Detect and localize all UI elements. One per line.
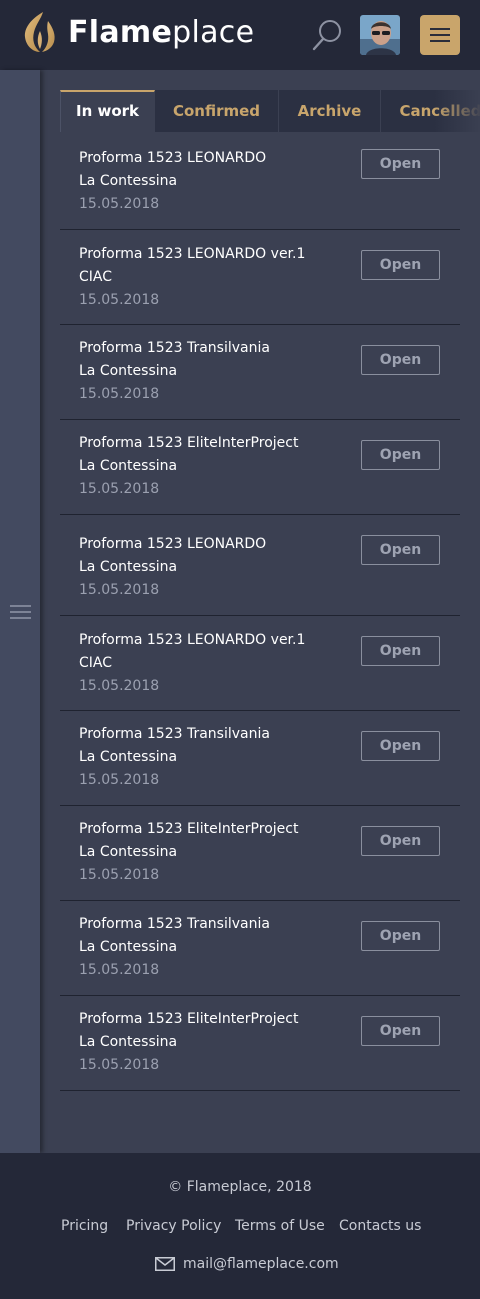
item-title: Proforma 1523 LEONARDO ver.1 [79, 632, 306, 648]
hamburger-icon-line [430, 40, 450, 42]
item-title: Proforma 1523 EliteInterProject [79, 435, 299, 451]
item-subtitle: La Contessina [79, 749, 178, 765]
status-tabs: In work Confirmed Archive Cancelled [60, 90, 480, 132]
open-button[interactable]: Open [361, 1016, 440, 1046]
item-subtitle: CIAC [79, 269, 113, 285]
top-bar: Flameplace [0, 0, 480, 70]
tab-cancelled[interactable]: Cancelled [381, 90, 480, 132]
user-avatar[interactable] [360, 15, 400, 55]
item-date: 15.05.2018 [79, 1057, 160, 1073]
tab-archive[interactable]: Archive [279, 90, 381, 132]
item-date: 15.05.2018 [79, 772, 160, 788]
list-item: Proforma 1523 EliteInterProject La Conte… [60, 420, 460, 515]
open-button[interactable]: Open [361, 921, 440, 951]
item-title: Proforma 1523 EliteInterProject [79, 821, 299, 837]
item-subtitle: La Contessina [79, 844, 178, 860]
item-subtitle: La Contessina [79, 939, 178, 955]
proforma-list: Proforma 1523 LEONARDO La Contessina 15.… [60, 132, 460, 1091]
item-subtitle: La Contessina [79, 458, 178, 474]
open-button[interactable]: Open [361, 535, 440, 565]
item-date: 15.05.2018 [79, 386, 160, 402]
list-item: Proforma 1523 LEONARDO La Contessina 15.… [60, 515, 460, 616]
mail-icon [155, 1257, 175, 1271]
open-button[interactable]: Open [361, 149, 440, 179]
item-title: Proforma 1523 Transilvania [79, 916, 270, 932]
flame-logo-icon[interactable] [23, 11, 57, 53]
side-panel [0, 70, 40, 1153]
tab-in-work[interactable]: In work [60, 90, 155, 132]
item-date: 15.05.2018 [79, 962, 160, 978]
item-title: Proforma 1523 LEONARDO ver.1 [79, 246, 306, 262]
item-title: Proforma 1523 LEONARDO [79, 536, 267, 552]
item-subtitle: La Contessina [79, 363, 178, 379]
list-item: Proforma 1523 Transilvania La Contessina… [60, 325, 460, 420]
brand-name-bold: Flame [68, 15, 173, 50]
search-icon[interactable] [311, 18, 343, 52]
list-item: Proforma 1523 LEONARDO ver.1 CIAC 15.05.… [60, 616, 460, 711]
footer-link-terms-of-use[interactable]: Terms of Use [235, 1216, 325, 1236]
open-button[interactable]: Open [361, 731, 440, 761]
list-item: Proforma 1523 Transilvania La Contessina… [60, 901, 460, 996]
item-title: Proforma 1523 Transilvania [79, 726, 270, 742]
item-title: Proforma 1523 EliteInterProject [79, 1011, 299, 1027]
open-button[interactable]: Open [361, 250, 440, 280]
open-button[interactable]: Open [361, 636, 440, 666]
site-footer: © Flameplace, 2018 Pricing Privacy Polic… [0, 1153, 480, 1299]
list-item: Proforma 1523 EliteInterProject La Conte… [60, 996, 460, 1091]
item-date: 15.05.2018 [79, 582, 160, 598]
hamburger-icon [430, 28, 450, 30]
item-date: 15.05.2018 [79, 196, 160, 212]
copyright-text: © Flameplace, 2018 [168, 1179, 312, 1195]
main-menu-button[interactable] [420, 15, 460, 55]
item-date: 15.05.2018 [79, 292, 160, 308]
item-subtitle: La Contessina [79, 173, 178, 189]
list-item: Proforma 1523 EliteInterProject La Conte… [60, 806, 460, 901]
item-date: 15.05.2018 [79, 481, 160, 497]
hamburger-icon-line [430, 34, 450, 36]
sidebar-toggle-hamburger-icon[interactable] [10, 604, 31, 620]
brand-name[interactable]: Flameplace [68, 13, 254, 53]
tab-confirmed[interactable]: Confirmed [155, 90, 279, 132]
list-item: Proforma 1523 LEONARDO La Contessina 15.… [60, 132, 460, 230]
item-date: 15.05.2018 [79, 678, 160, 694]
item-subtitle: La Contessina [79, 1034, 178, 1050]
item-date: 15.05.2018 [79, 867, 160, 883]
item-title: Proforma 1523 Transilvania [79, 340, 270, 356]
item-subtitle: La Contessina [79, 559, 178, 575]
footer-email-link[interactable]: mail@flameplace.com [183, 1254, 339, 1274]
open-button[interactable]: Open [361, 440, 440, 470]
open-button[interactable]: Open [361, 826, 440, 856]
footer-link-privacy-policy[interactable]: Privacy Policy [126, 1216, 221, 1236]
brand-name-light: place [172, 15, 255, 50]
footer-link-pricing[interactable]: Pricing [61, 1216, 108, 1236]
list-item: Proforma 1523 LEONARDO ver.1 CIAC 15.05.… [60, 230, 460, 325]
item-subtitle: CIAC [79, 655, 113, 671]
list-item: Proforma 1523 Transilvania La Contessina… [60, 711, 460, 806]
open-button[interactable]: Open [361, 345, 440, 375]
item-title: Proforma 1523 LEONARDO [79, 150, 267, 166]
footer-link-contacts[interactable]: Contacts us [339, 1216, 421, 1236]
